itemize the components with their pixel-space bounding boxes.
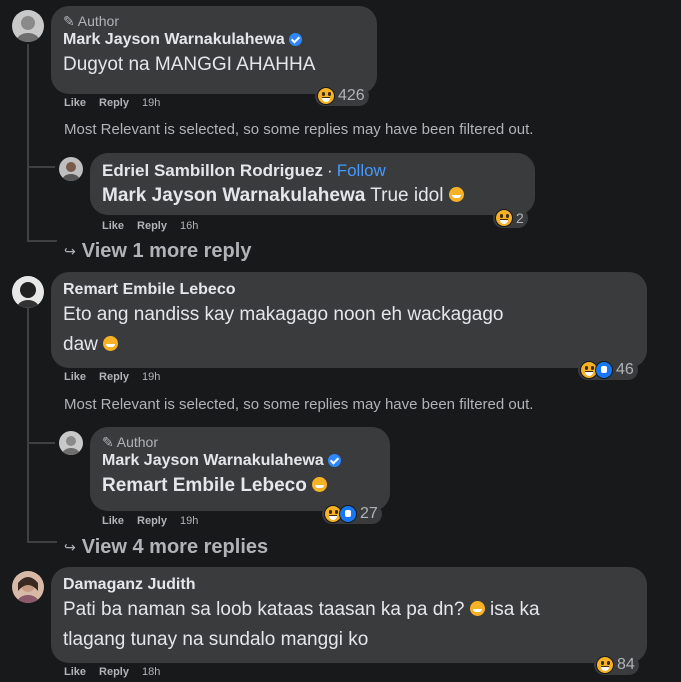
- comment-text: Eto ang nandiss kay makagago noon eh wac…: [63, 300, 635, 360]
- comment-actions: Like Reply 18h: [64, 666, 160, 678]
- avatar-image: [16, 16, 40, 42]
- filter-notice: Most Relevant is selected, so some repli…: [64, 396, 534, 413]
- thread-line: [27, 305, 29, 543]
- comment-bubble: ✎ Author Mark Jayson Warnakulahewa Dugyot…: [51, 6, 377, 94]
- view-more-replies-button[interactable]: ↪ View 4 more replies: [64, 536, 268, 559]
- author-tag-label: Author: [116, 434, 158, 450]
- reply-actions: Like Reply 16h: [102, 220, 198, 232]
- laughing-emoji-icon: [469, 601, 485, 616]
- verified-badge-icon: [288, 33, 302, 46]
- reply-text: Mark Jayson Warnakulahewa True idol: [102, 181, 523, 211]
- comment-text-line: isa ka: [489, 599, 540, 620]
- pencil-icon: ✎: [63, 13, 75, 29]
- reply-button[interactable]: Reply: [99, 371, 129, 383]
- comment-actions: Like Reply 19h: [64, 371, 160, 383]
- reply-bubble: Edriel Sambillon Rodriguez · Follow Mark J…: [90, 153, 535, 215]
- avatar[interactable]: [59, 431, 83, 455]
- thread-line-curve: [27, 541, 57, 543]
- comment-text-line: daw: [63, 334, 98, 355]
- mention-link[interactable]: Remart Embile Lebeco: [102, 475, 307, 496]
- like-button[interactable]: Like: [64, 371, 86, 383]
- thread-line-curve: [27, 240, 57, 242]
- avatar[interactable]: [12, 571, 44, 603]
- comment-bubble: Remart Embile Lebeco Eto ang nandiss kay…: [51, 272, 647, 368]
- laughing-emoji-icon: [448, 187, 464, 202]
- timestamp[interactable]: 16h: [180, 220, 198, 232]
- reaction-count-value: 426: [338, 87, 365, 104]
- comment-author-name[interactable]: Damaganz Judith: [63, 574, 635, 595]
- reaction-count[interactable]: 2: [493, 208, 528, 228]
- timestamp[interactable]: 19h: [142, 371, 160, 383]
- author-name-text[interactable]: Mark Jayson Warnakulahewa: [63, 29, 285, 50]
- mention-link[interactable]: Mark Jayson Warnakulahewa: [102, 185, 365, 206]
- author-tag-label: Author: [77, 13, 119, 29]
- reply-arrow-icon: ↪: [64, 243, 76, 259]
- reaction-count-value: 2: [516, 210, 524, 226]
- reply-button[interactable]: Reply: [137, 515, 167, 527]
- comment-author-name[interactable]: Mark Jayson Warnakulahewa: [63, 29, 365, 50]
- like-reaction-icon: [339, 505, 357, 523]
- comment-text-line: Pati ba naman sa loob kataas taasan ka p…: [63, 599, 465, 620]
- reaction-count[interactable]: 426: [315, 86, 369, 106]
- follow-button[interactable]: Follow: [337, 160, 386, 181]
- reply-author-line: Edriel Sambillon Rodriguez · Follow: [102, 160, 523, 181]
- comment-text: Pati ba naman sa loob kataas taasan ka p…: [63, 595, 635, 655]
- reaction-count-value: 84: [617, 656, 635, 673]
- avatar[interactable]: [12, 276, 44, 308]
- author-badge: ✎ Author: [102, 434, 378, 450]
- reply-button[interactable]: Reply: [137, 220, 167, 232]
- like-button[interactable]: Like: [64, 97, 86, 109]
- comment-text-line: Eto ang nandiss kay makagago noon eh wac…: [63, 304, 504, 325]
- comment-actions: Like Reply 19h: [64, 97, 160, 109]
- comment-text-line: tlagang tunay na sundalo manggi ko: [63, 629, 369, 650]
- reply-bubble: ✎ Author Mark Jayson Warnakulahewa Remart…: [90, 427, 390, 511]
- haha-reaction-icon: [317, 87, 335, 105]
- comment-text: Dugyot na MANGGI AHAHHA: [63, 54, 316, 75]
- view-more-label[interactable]: View 1 more reply: [82, 240, 252, 263]
- reply-author-name[interactable]: Edriel Sambillon Rodriguez: [102, 160, 323, 181]
- haha-reaction-icon: [596, 656, 614, 674]
- reaction-count[interactable]: 46: [578, 360, 638, 380]
- reaction-count-value: 46: [616, 361, 634, 378]
- rolling-laughing-emoji-icon: [103, 336, 119, 351]
- reply-connector: [27, 166, 55, 168]
- laughing-emoji-icon: [312, 477, 328, 492]
- avatar-image: [17, 577, 39, 603]
- reaction-count-value: 27: [360, 505, 378, 522]
- timestamp[interactable]: 18h: [142, 666, 160, 678]
- reply-author-name[interactable]: Mark Jayson Warnakulahewa: [102, 450, 378, 471]
- like-button[interactable]: Like: [102, 515, 124, 527]
- timestamp[interactable]: 19h: [180, 515, 198, 527]
- reply-connector: [27, 442, 55, 444]
- separator: ·: [327, 161, 333, 180]
- avatar-image: [17, 282, 39, 308]
- comment-bubble: Damaganz Judith Pati ba naman sa loob ka…: [51, 567, 647, 663]
- reply-text: Remart Embile Lebeco: [102, 471, 378, 501]
- reaction-count[interactable]: 84: [594, 655, 639, 675]
- avatar[interactable]: [59, 157, 83, 181]
- reply-button[interactable]: Reply: [99, 97, 129, 109]
- reply-button[interactable]: Reply: [99, 666, 129, 678]
- like-button[interactable]: Like: [64, 666, 86, 678]
- pencil-icon: ✎: [102, 434, 114, 450]
- timestamp[interactable]: 19h: [142, 97, 160, 109]
- reply-actions: Like Reply 19h: [102, 515, 198, 527]
- author-name-text[interactable]: Mark Jayson Warnakulahewa: [102, 450, 324, 471]
- like-button[interactable]: Like: [102, 220, 124, 232]
- reaction-count[interactable]: 27: [322, 504, 382, 524]
- avatar-image: [62, 162, 80, 181]
- filter-notice: Most Relevant is selected, so some repli…: [64, 121, 534, 138]
- author-badge: ✎ Author: [63, 13, 365, 29]
- avatar[interactable]: [12, 10, 44, 42]
- view-more-label[interactable]: View 4 more replies: [82, 536, 268, 559]
- comment-author-name[interactable]: Remart Embile Lebeco: [63, 279, 635, 300]
- haha-reaction-icon: [495, 209, 513, 227]
- verified-badge-icon: [327, 454, 341, 467]
- view-more-replies-button[interactable]: ↪ View 1 more reply: [64, 240, 251, 263]
- reply-arrow-icon: ↪: [64, 539, 76, 555]
- avatar-image: [62, 436, 80, 455]
- like-reaction-icon: [595, 361, 613, 379]
- reply-text-content: True idol: [370, 185, 444, 206]
- thread-line: [27, 44, 29, 242]
